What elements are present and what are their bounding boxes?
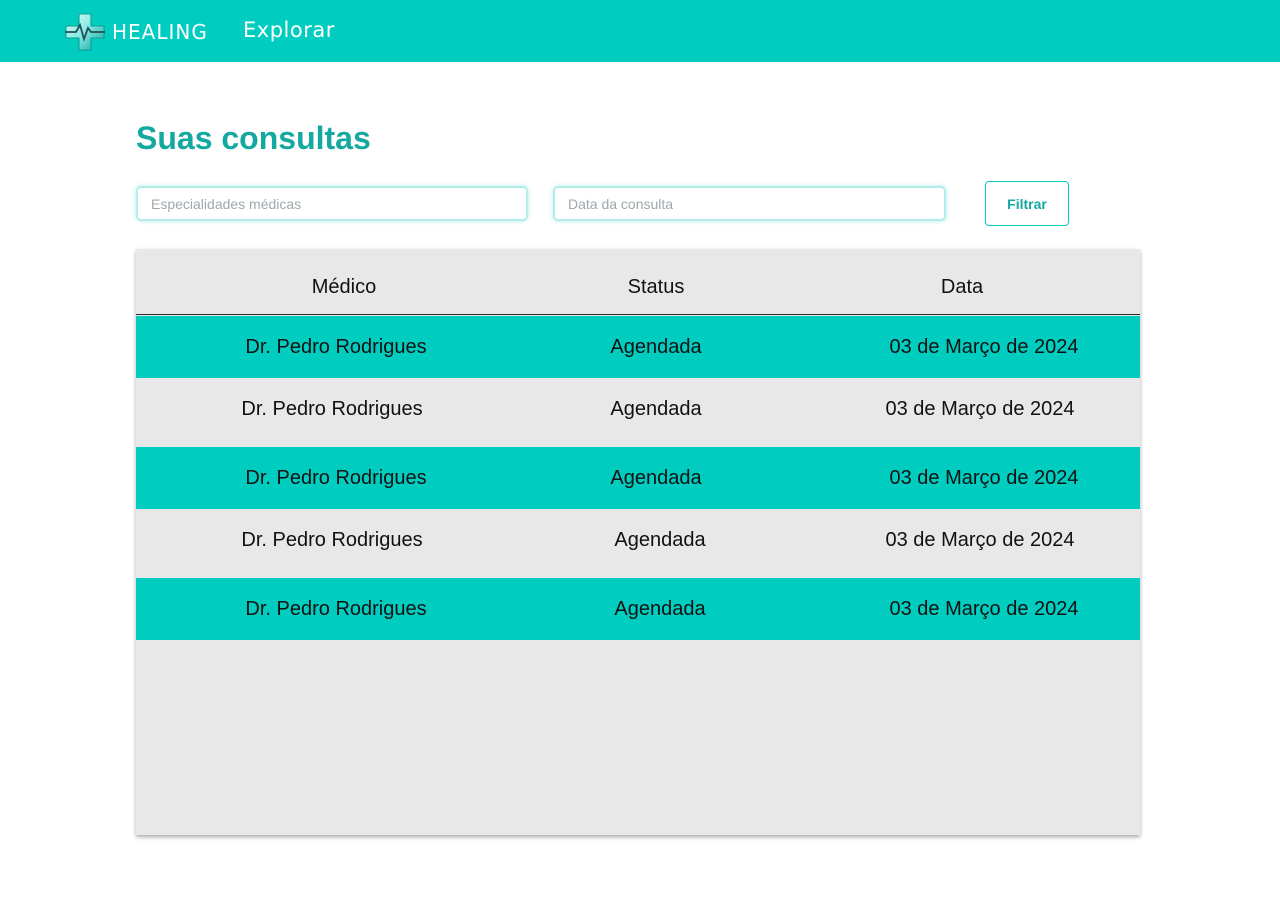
status-cell: Agendada bbox=[614, 598, 706, 620]
doctor-cell: Dr. Pedro Rodrigues bbox=[241, 529, 423, 551]
top-navbar: HEALING Explorar bbox=[0, 0, 1280, 62]
doctor-cell: Dr. Pedro Rodrigues bbox=[241, 398, 423, 420]
doctor-cell: Dr. Pedro Rodrigues bbox=[245, 336, 427, 358]
brand[interactable]: HEALING bbox=[64, 13, 208, 51]
status-cell: Agendada bbox=[614, 529, 706, 551]
date-cell: 03 de Março de 2024 bbox=[889, 467, 1079, 489]
nav-link-explorar[interactable]: Explorar bbox=[243, 18, 335, 42]
table-row[interactable]: Dr. Pedro Rodrigues Agendada 03 de Março… bbox=[136, 578, 1140, 640]
appointments-table: Médico Status Data Dr. Pedro Rodrigues A… bbox=[136, 249, 1140, 835]
date-cell: 03 de Março de 2024 bbox=[889, 598, 1079, 620]
table-row[interactable]: Dr. Pedro Rodrigues Agendada 03 de Março… bbox=[136, 378, 1140, 447]
date-filter-input[interactable] bbox=[553, 186, 946, 221]
table-row[interactable]: Dr. Pedro Rodrigues Agendada 03 de Março… bbox=[136, 316, 1140, 378]
column-header-status: Status bbox=[627, 276, 685, 298]
column-header-data: Data bbox=[940, 276, 984, 298]
status-cell: Agendada bbox=[610, 398, 702, 420]
doctor-cell: Dr. Pedro Rodrigues bbox=[245, 467, 427, 489]
status-cell: Agendada bbox=[610, 336, 702, 358]
table-header: Médico Status Data bbox=[136, 249, 1140, 315]
medical-cross-heartbeat-icon bbox=[65, 13, 105, 51]
date-cell: 03 de Março de 2024 bbox=[885, 398, 1075, 420]
date-cell: 03 de Março de 2024 bbox=[885, 529, 1075, 551]
table-row[interactable]: Dr. Pedro Rodrigues Agendada 03 de Março… bbox=[136, 509, 1140, 578]
specialty-filter-input[interactable] bbox=[136, 186, 528, 221]
page-title: Suas consultas bbox=[136, 120, 371, 156]
status-cell: Agendada bbox=[610, 467, 702, 489]
filter-button[interactable]: Filtrar bbox=[985, 181, 1069, 226]
column-header-medico: Médico bbox=[311, 276, 377, 298]
date-cell: 03 de Março de 2024 bbox=[889, 336, 1079, 358]
brand-name: HEALING bbox=[112, 20, 208, 44]
table-row[interactable]: Dr. Pedro Rodrigues Agendada 03 de Março… bbox=[136, 447, 1140, 509]
doctor-cell: Dr. Pedro Rodrigues bbox=[245, 598, 427, 620]
